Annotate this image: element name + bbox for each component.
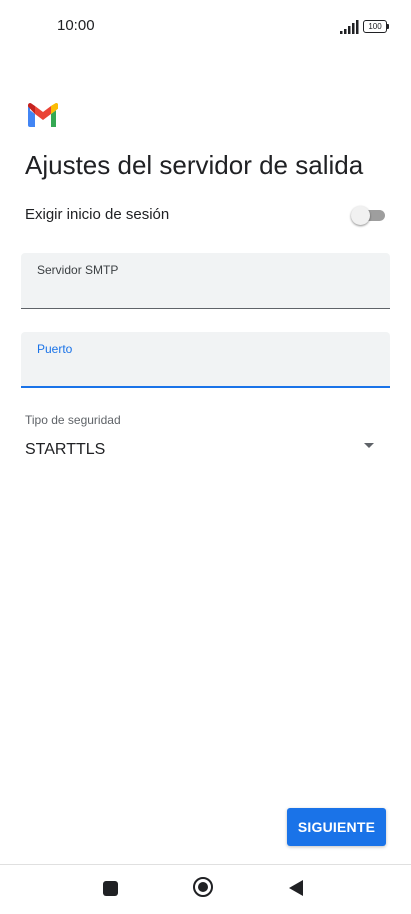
smtp-server-input[interactable] <box>37 281 367 301</box>
port-input[interactable] <box>37 360 367 380</box>
status-bar: 10:00 100 <box>0 0 411 52</box>
require-login-label: Exigir inicio de sesión <box>25 206 170 223</box>
smtp-server-label: Servidor SMTP <box>37 263 119 277</box>
smtp-server-field[interactable]: Servidor SMTP <box>21 253 390 309</box>
back-triangle-icon[interactable] <box>289 880 303 896</box>
dropdown-arrow-icon <box>364 443 374 448</box>
signal-icon <box>340 20 359 34</box>
toggle-thumb <box>351 206 370 225</box>
navigation-bar <box>0 864 411 914</box>
status-time: 10:00 <box>57 17 95 34</box>
require-login-row[interactable]: Exigir inicio de sesión <box>25 200 385 230</box>
require-login-toggle[interactable] <box>351 206 385 225</box>
recents-square-icon[interactable] <box>103 881 118 896</box>
port-field[interactable]: Puerto <box>21 332 390 388</box>
screen: 10:00 100 Ajustes del servidor de salida… <box>0 0 411 914</box>
home-circle-icon[interactable] <box>193 877 213 897</box>
page-title: Ajustes del servidor de salida <box>25 150 364 180</box>
battery-icon: 100 <box>363 20 389 33</box>
next-button[interactable]: SIGUIENTE <box>287 808 386 846</box>
security-type-select[interactable]: STARTTLS <box>25 436 380 466</box>
gmail-icon <box>28 103 58 127</box>
port-label: Puerto <box>37 342 73 356</box>
security-type-label: Tipo de seguridad <box>25 413 121 427</box>
battery-level: 100 <box>363 20 387 33</box>
security-type-value: STARTTLS <box>25 441 106 458</box>
